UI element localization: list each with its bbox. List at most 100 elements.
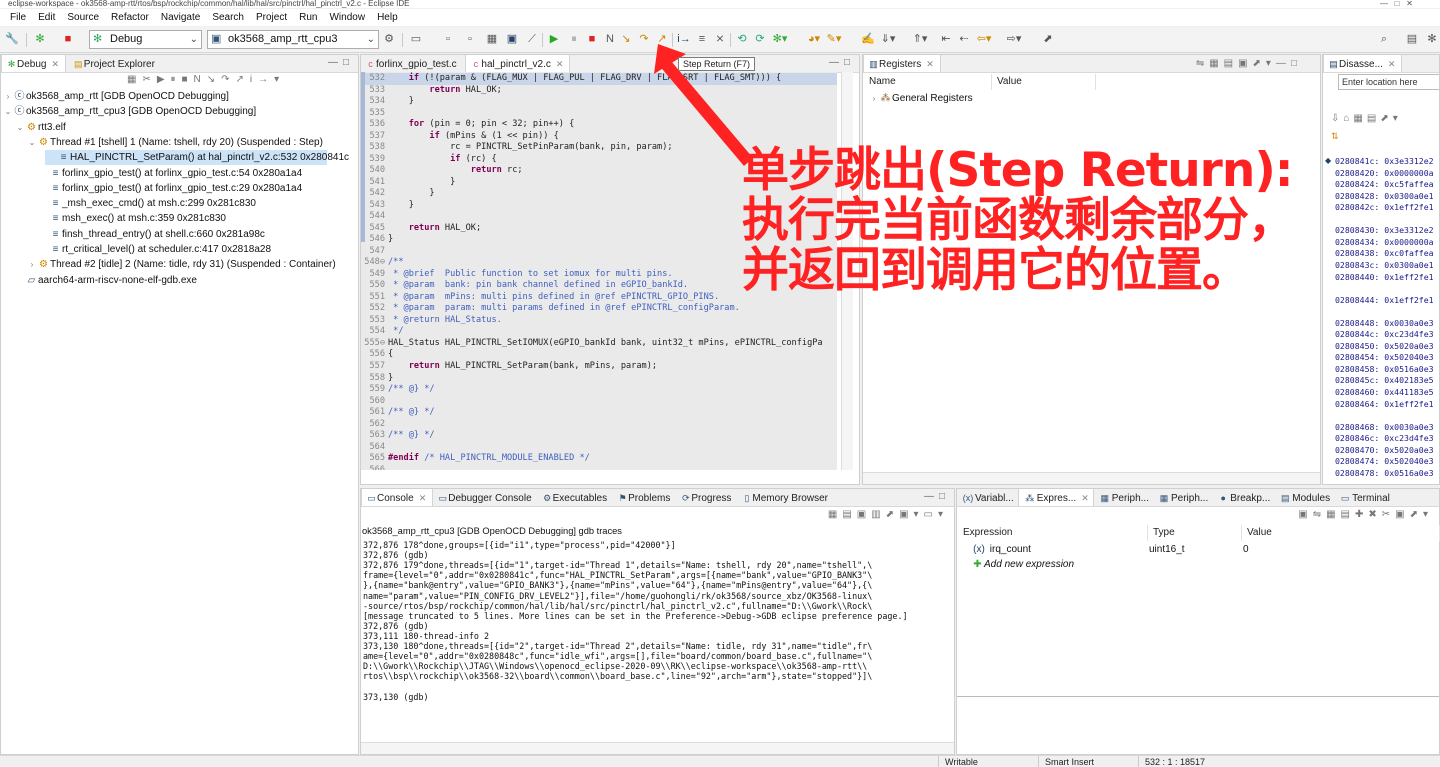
value-col-header[interactable]: Value (1242, 525, 1440, 541)
code-line[interactable]: 557 return HAL_PINCTRL_SetParam(bank, mP… (361, 361, 657, 373)
registers-name-header[interactable]: Name (864, 74, 992, 90)
open-perspective-icon[interactable]: ▤ (1404, 31, 1420, 47)
code-line[interactable]: 565 #endif /* HAL_PINCTRL_MODULE_ENABLED … (361, 453, 589, 465)
code-line[interactable]: 533 return HAL_OK; (361, 85, 501, 97)
code-line[interactable]: 561/** @} */ (361, 407, 434, 419)
code-line[interactable]: 546} (361, 234, 393, 246)
expression-col-header[interactable]: Expression (958, 525, 1148, 541)
chevron-right-icon[interactable]: › (3, 89, 13, 104)
menu-source[interactable]: Source (61, 9, 105, 26)
tab-project-explorer[interactable]: ▤Project Explorer (69, 55, 161, 72)
back-history-icon[interactable]: ⇠ (956, 31, 972, 47)
code-line[interactable]: 542 } (361, 188, 434, 200)
details-divider[interactable] (957, 696, 1439, 697)
close-icon[interactable]: ✕ (51, 59, 59, 69)
next-annotation-icon[interactable]: ⇓▾ (880, 31, 896, 47)
code-line[interactable]: 544 (361, 211, 388, 223)
register-group-row[interactable]: › ⁂ General Registers (869, 91, 973, 106)
disasm-line[interactable]: 02808450: 0x5020a0e3 (1335, 341, 1434, 353)
menu-project[interactable]: Project (250, 9, 293, 26)
save-all-icon[interactable]: ▫ (462, 31, 478, 47)
window-controls[interactable]: — □ ✕ (1380, 0, 1440, 8)
tab-terminal[interactable]: ▭ Terminal (1334, 489, 1394, 506)
chevron-right-icon[interactable]: › (869, 91, 879, 106)
location-input[interactable]: Enter location here (1338, 74, 1439, 90)
close-icon[interactable]: ✕ (419, 493, 427, 503)
gear-icon[interactable]: ⚙ (381, 31, 397, 47)
type-col-header[interactable]: Type (1148, 525, 1242, 541)
code-line[interactable]: 564 (361, 442, 388, 454)
last-edit-icon[interactable]: ⇤ (938, 31, 954, 47)
launch-mode-combo[interactable]: ✻ Debug ⌄ (89, 30, 202, 49)
minimize-maximize-icon[interactable]: —□ (829, 57, 855, 68)
code-line[interactable]: 532 if (!(param & (FLAG_MUX | FLAG_PUL |… (361, 73, 837, 85)
tab-variables[interactable]: (x) Variabl... (957, 489, 1018, 506)
disasm-line[interactable]: 02808468: 0x0030a0e3 (1335, 422, 1434, 434)
disasm-line[interactable]: 0280846c: 0xc23d4fe3 (1335, 433, 1434, 445)
debug-tree-item[interactable]: ≡ forlinx_gpio_test() at forlinx_gpio_tes… (1, 166, 303, 181)
close-icon[interactable]: ✕ (556, 59, 564, 69)
disasm-line[interactable]: 02808470: 0x5020a0e3 (1335, 445, 1434, 457)
debug-view-toolbar[interactable]: ▦✂▶⏸■N↘↷↗i→▾ (127, 74, 285, 85)
forward-icon[interactable]: ⇨▾ (1006, 31, 1022, 47)
disasm-line[interactable]: 0280845c: 0x402183e5 (1335, 375, 1434, 387)
menu-window[interactable]: Window (323, 9, 371, 26)
menu-run[interactable]: Run (293, 9, 323, 26)
step-into-icon[interactable]: ↘ (618, 31, 634, 47)
debug-tree-item[interactable]: ≡ msh_exec() at msh.c:359 0x281c830 (1, 211, 226, 226)
menu-edit[interactable]: Edit (32, 9, 61, 26)
code-line[interactable]: 537 if (mPins & (1 << pin)) { (361, 131, 558, 143)
debug-perspective-icon[interactable]: ✻ (1424, 31, 1440, 47)
code-line[interactable]: 558} (361, 373, 393, 385)
tab-hal-pinctrl-v2[interactable]: c hal_pinctrl_v2.c ✕ (465, 55, 571, 72)
menu-search[interactable]: Search (206, 9, 250, 26)
back-icon[interactable]: ⇦▾ (976, 31, 992, 47)
tab-forlinx-gpio-test[interactable]: c forlinx_gpio_test.c (361, 55, 463, 72)
expressions-toolbar[interactable]: ▣⇋▦▤✚✖✂▣⬈▾ (1298, 509, 1433, 520)
disasm-line[interactable]: 0280844c: 0xc23d4fe3 (1335, 329, 1434, 341)
code-line[interactable]: 545 return HAL_OK; (361, 223, 481, 235)
link-icon[interactable]: ⇅ (1331, 131, 1339, 142)
external-tools-icon[interactable]: ◕▾ (806, 31, 822, 47)
code-line[interactable]: 556{ (361, 349, 393, 361)
search-icon[interactable]: ⌕ (1376, 31, 1392, 47)
tab-modules[interactable]: ▤ Modules (1274, 489, 1334, 506)
close-icon[interactable]: ✕ (926, 59, 934, 69)
tab-progress[interactable]: ⟳ Progress (676, 489, 737, 506)
build-icon[interactable]: ▦ (484, 31, 500, 47)
disasm-line[interactable]: 02808478: 0x0516a0e3 (1335, 468, 1434, 480)
new-icon[interactable]: ▭ (408, 31, 424, 47)
chevron-right-icon[interactable]: › (27, 257, 37, 272)
code-line[interactable]: 547 (361, 246, 388, 258)
disasm-line[interactable]: 02808448: 0x0030a0e3 (1335, 318, 1434, 330)
tab-console[interactable]: ▭Console ✕ (361, 489, 434, 506)
debug-tree-item[interactable]: ⌄ ⓒ ok3568_amp_rtt_cpu3 [GDB OpenOCD Debug… (1, 104, 257, 119)
add-expression-row[interactable]: ✚ Add new expression (971, 557, 1074, 572)
tab-peripherals-2[interactable]: ▦ Periph... (1153, 489, 1212, 506)
tab-debug[interactable]: ✻ Debug ✕ (1, 55, 67, 72)
chevron-down-icon[interactable]: ⌄ (3, 104, 13, 119)
minimize-maximize-icon[interactable]: —□ (328, 57, 354, 68)
code-line[interactable]: 560 (361, 396, 388, 408)
code-line[interactable]: 538 rc = PINCTRL_SetPinParam(bank, pin, … (361, 142, 672, 154)
debug-tree-item[interactable]: › ⓒ ok3568_amp_rtt [GDB OpenOCD Debugging] (1, 89, 229, 104)
disasm-line[interactable]: 02808454: 0x502040e3 (1335, 352, 1434, 364)
code-line[interactable]: 553 * @return HAL_Status. (361, 315, 501, 327)
code-line[interactable]: 559/** @} */ (361, 384, 434, 396)
code-line[interactable]: 554 */ (361, 326, 403, 338)
debug-tree-item[interactable]: ▱ aarch64-arm-riscv-none-elf-gdb.exe (1, 273, 197, 288)
tab-peripherals[interactable]: ▦ Periph... (1094, 489, 1153, 506)
highlight-icon[interactable]: ✍ (860, 31, 876, 47)
tab-memory-browser[interactable]: ▯ Memory Browser (737, 489, 834, 506)
tab-debugger-console[interactable]: ▭Debugger Console (433, 489, 537, 506)
console-hscrollbar[interactable] (361, 742, 954, 754)
chevron-down-icon[interactable]: ⌄ (15, 120, 25, 135)
tab-expressions[interactable]: ⁂ Expres... ✕ (1017, 489, 1094, 506)
tab-disassembly[interactable]: ▤Disasse... ✕ (1323, 55, 1403, 72)
expression-row[interactable]: (x) irq_count uint16_t 0 (971, 542, 1431, 557)
tab-executables[interactable]: ⚙Executables (538, 489, 613, 506)
debug-tree-item[interactable]: ≡ finsh_thread_entry() at shell.c:660 0x2… (1, 227, 265, 242)
debug-tree-item[interactable]: ⌄ ⚙ Thread #1 [tshell] 1 (Name: tshell, rd… (1, 135, 323, 150)
terminate-icon[interactable]: ■ (60, 31, 76, 47)
code-line[interactable]: 539 if (rc) { (361, 154, 496, 166)
